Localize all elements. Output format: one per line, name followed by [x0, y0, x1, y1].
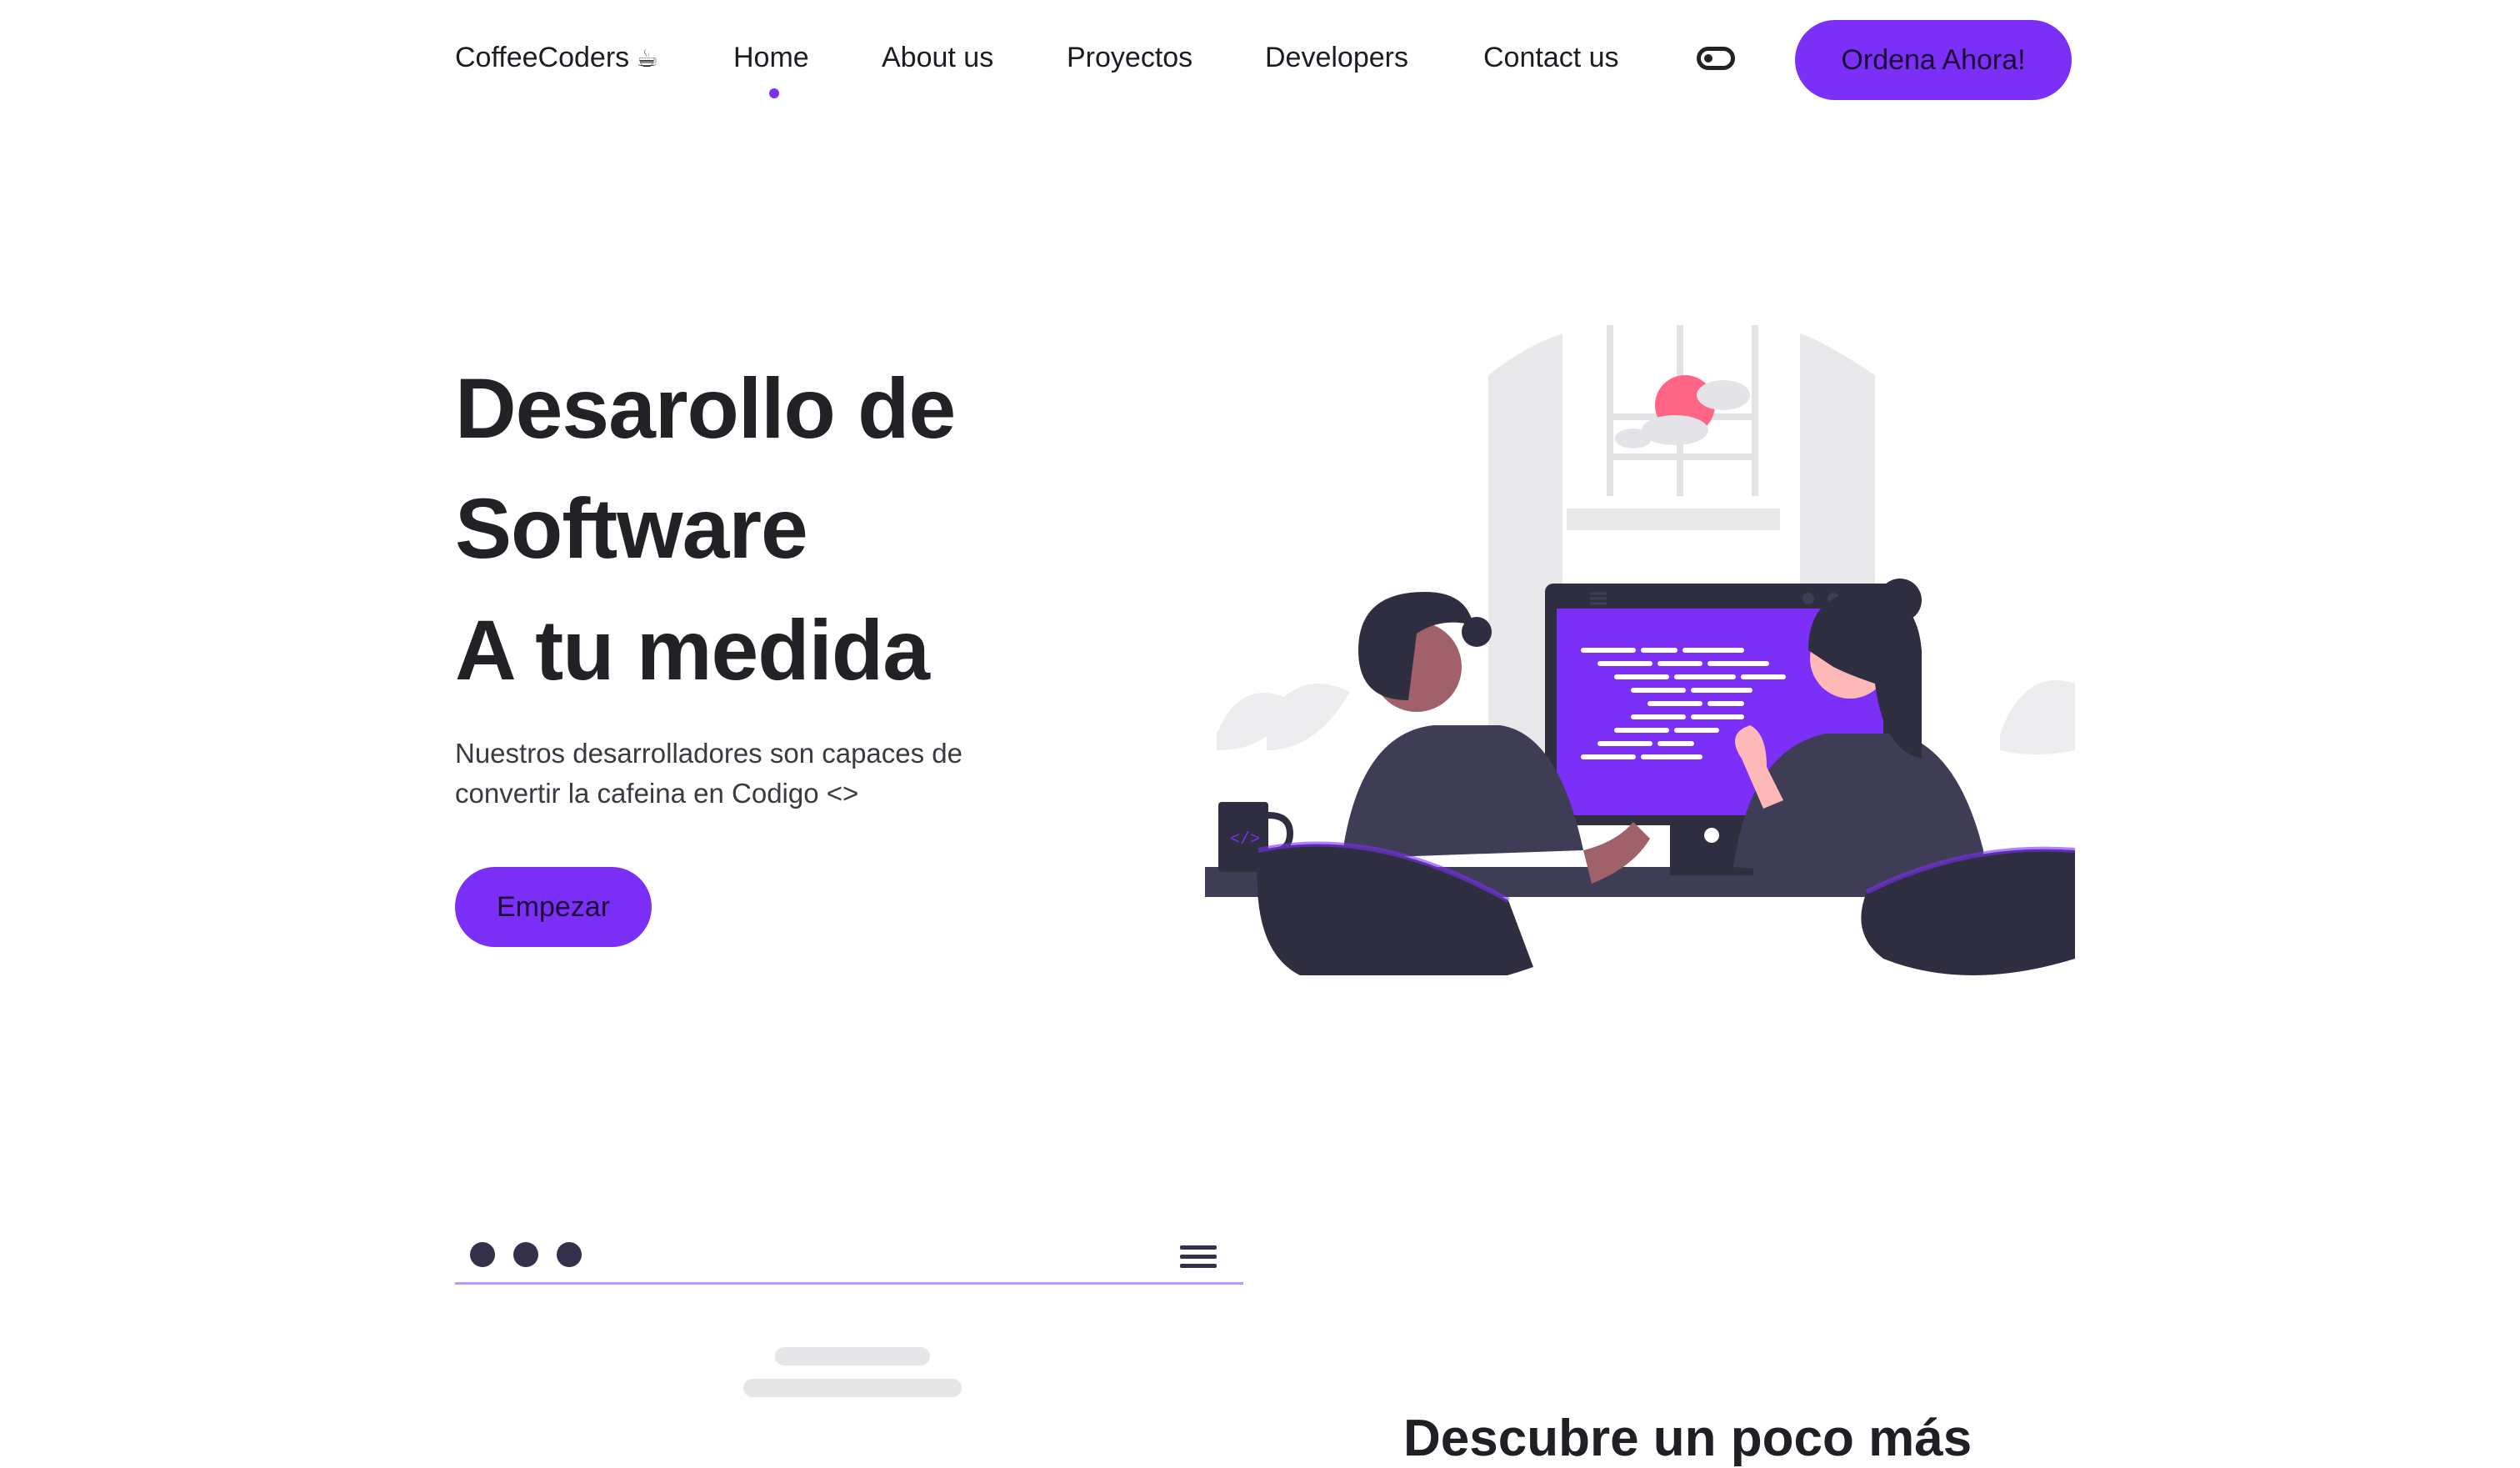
skeleton-line: [775, 1347, 930, 1365]
nav-link-developers[interactable]: Developers: [1265, 42, 1408, 74]
nav-link-contact-us[interactable]: Contact us: [1483, 42, 1619, 74]
dot-icon: [470, 1242, 495, 1267]
nav-link-proyectos[interactable]: Proyectos: [1067, 42, 1192, 74]
theme-toggle-icon[interactable]: [1697, 47, 1735, 70]
nav-link-home[interactable]: Home: [733, 42, 809, 74]
hero-subtitle: Nuestros desarrolladores son capaces de …: [455, 738, 963, 809]
start-button[interactable]: Empezar: [455, 867, 652, 947]
dot-icon: [513, 1242, 538, 1267]
order-now-button[interactable]: Ordena Ahora!: [1795, 20, 2072, 100]
active-indicator: [769, 88, 779, 98]
brand-name: CoffeeCoders: [455, 42, 630, 73]
section-title: Descubre un poco más: [1403, 1410, 1972, 1467]
hero-title-line-3: A tu medida: [455, 603, 930, 698]
plant-right-icon: [2000, 680, 2075, 754]
developers-at-computer-illustration: </>: [1205, 325, 2075, 975]
coffee-icon: ☕: [636, 45, 659, 73]
hero-title-line-2: Software: [455, 481, 808, 576]
skeleton-line: [743, 1379, 962, 1397]
chair-left: [1257, 844, 1533, 975]
dot-icon: [557, 1242, 582, 1267]
plant-left-icon: [1217, 684, 1350, 750]
browser-window-bar: [455, 1235, 1243, 1285]
hamburger-icon[interactable]: [1180, 1245, 1217, 1270]
svg-text:</>: </>: [1230, 830, 1260, 849]
hero-title-line-1: Desarollo de: [455, 361, 956, 456]
nav-link-about-us[interactable]: About us: [882, 42, 993, 74]
top-navigation: CoffeeCoders ☕ Home About us Proyectos De…: [0, 0, 2520, 122]
brand-logo[interactable]: CoffeeCoders ☕: [455, 42, 658, 74]
